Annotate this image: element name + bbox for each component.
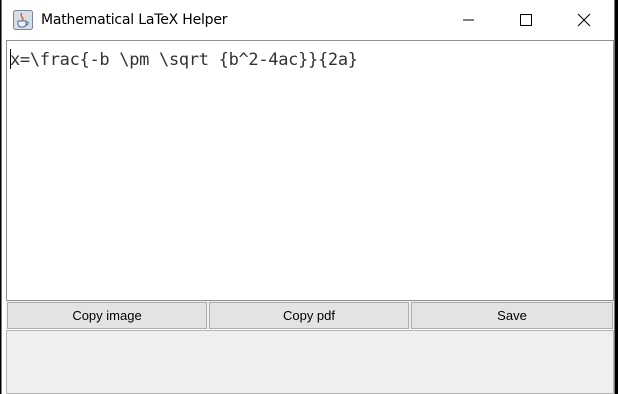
maximize-icon	[520, 14, 532, 26]
java-cup-icon	[13, 10, 33, 30]
window-title: Mathematical LaTeX Helper	[41, 12, 228, 28]
app-window: Mathematical LaTeX Helper x=\frac{-b \pm…	[1, 0, 615, 394]
button-bar: Copy image Copy pdf Save	[6, 301, 614, 329]
minimize-button[interactable]	[446, 0, 492, 40]
maximize-button[interactable]	[503, 0, 549, 40]
latex-input-text[interactable]: x=\frac{-b \pm \sqrt {b^2-4ac}}{2a}	[10, 50, 358, 70]
minimize-icon	[463, 19, 474, 21]
close-icon	[577, 13, 591, 27]
text-caret	[10, 49, 11, 69]
save-button[interactable]: Save	[411, 302, 613, 329]
title-bar[interactable]: Mathematical LaTeX Helper	[2, 0, 614, 40]
copy-image-button[interactable]: Copy image	[7, 302, 207, 329]
preview-panel	[6, 330, 614, 394]
close-button[interactable]	[561, 0, 607, 40]
latex-editor[interactable]: x=\frac{-b \pm \sqrt {b^2-4ac}}{2a}	[6, 40, 614, 301]
copy-pdf-button[interactable]: Copy pdf	[209, 302, 409, 329]
